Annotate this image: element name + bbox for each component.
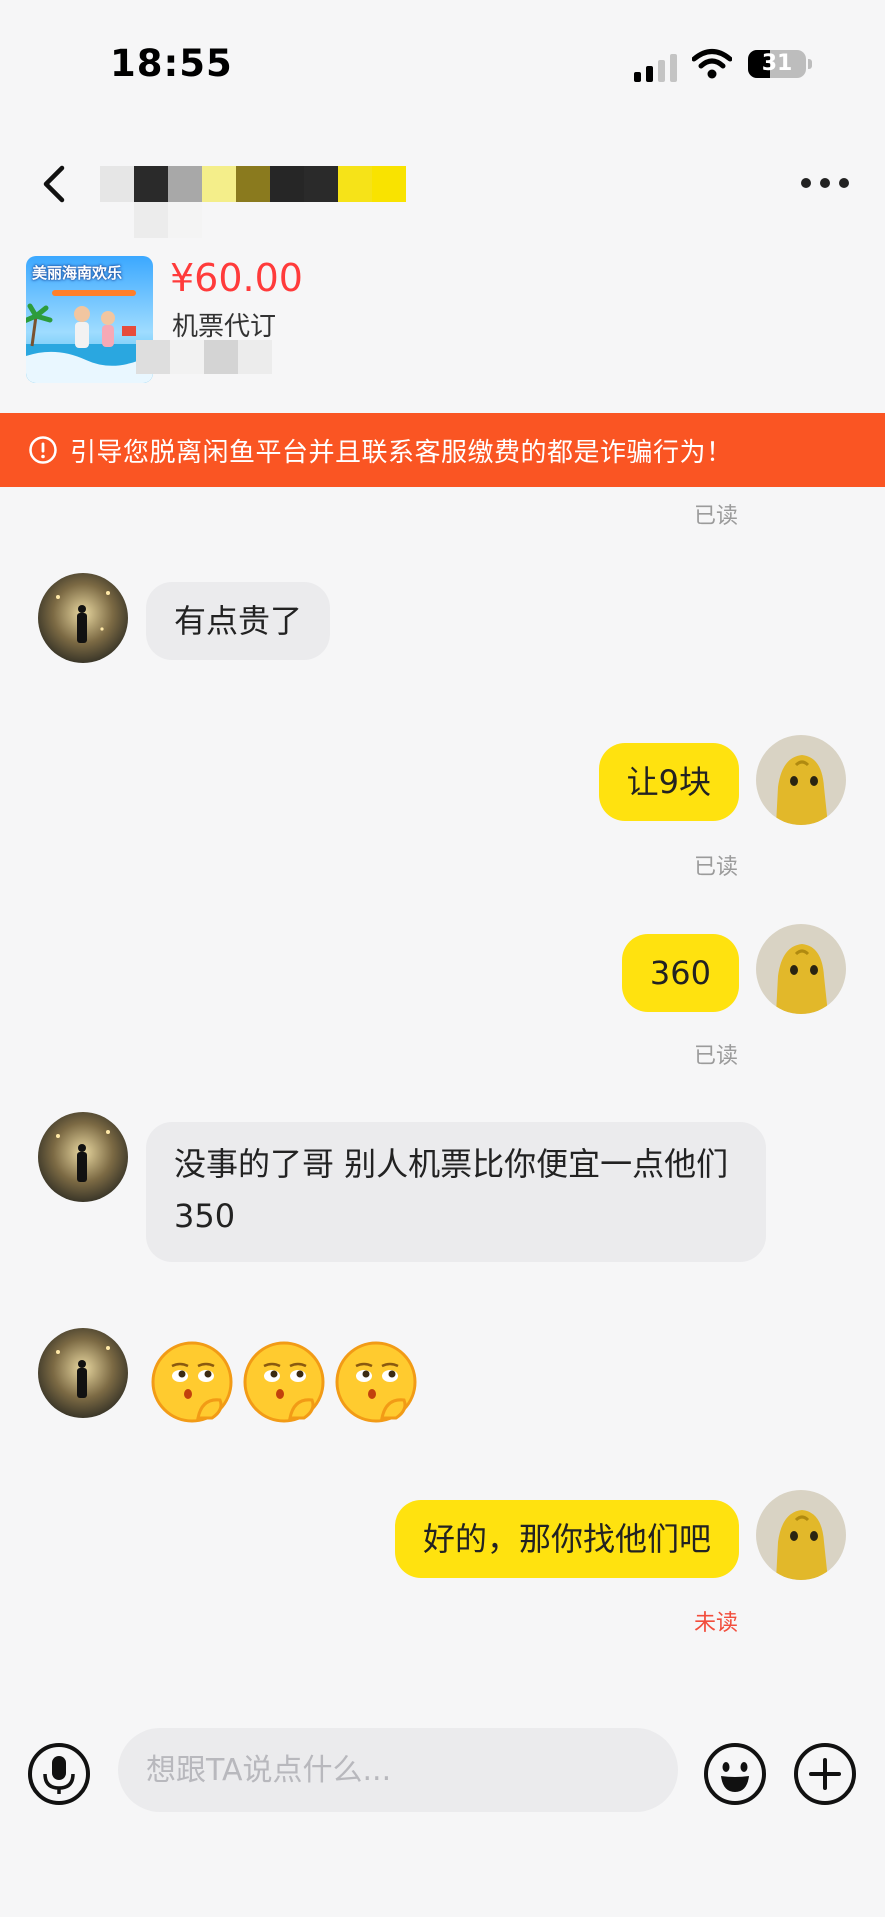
wifi-icon	[692, 49, 732, 79]
blur-block	[304, 166, 338, 202]
thinking-face-emoji-icon	[151, 1341, 233, 1423]
message-bubble-outgoing[interactable]: 好的，那你找他们吧	[394, 1500, 739, 1578]
message-input[interactable]	[118, 1728, 678, 1812]
fraud-warning-banner: 引导您脱离闲鱼平台并且联系客服缴费的都是诈骗行为！	[0, 413, 885, 487]
battery-icon: 31	[748, 50, 806, 78]
blur-block	[100, 166, 134, 202]
thinking-face-emoji-icon	[335, 1341, 417, 1423]
read-status: 已读	[694, 855, 739, 880]
product-meta-blurred	[136, 340, 272, 374]
product-thumb-title: 美丽海南欢乐	[32, 264, 123, 282]
warning-text: 引导您脱离闲鱼平台并且联系客服缴费的都是诈骗行为！	[70, 437, 733, 468]
battery-level: 31	[761, 51, 793, 76]
blur-block	[134, 166, 168, 202]
warning-circle-icon	[29, 436, 57, 464]
status-time: 18:55	[110, 42, 233, 85]
blur-block	[202, 166, 236, 202]
unread-status: 未读	[694, 1611, 739, 1636]
read-status: 已读	[694, 504, 739, 529]
add-more-plus-icon[interactable]	[793, 1742, 857, 1806]
message-bubble-outgoing[interactable]: 360	[621, 934, 739, 1012]
product-price: ¥60.00	[170, 256, 303, 300]
blur-block	[338, 166, 372, 202]
product-thumbnail[interactable]: 美丽海南欢乐	[26, 256, 153, 383]
blur-block	[168, 166, 202, 202]
cellular-signal-icon	[634, 54, 677, 82]
emoji-message[interactable]	[150, 1340, 418, 1424]
seller-avatar[interactable]	[38, 1328, 128, 1418]
voice-microphone-icon[interactable]	[27, 1742, 91, 1806]
more-options-icon[interactable]	[798, 170, 852, 196]
my-avatar[interactable]	[756, 735, 846, 825]
product-title: 机票代订	[172, 312, 277, 342]
message-bubble-outgoing[interactable]: 让9块	[598, 743, 739, 821]
my-avatar[interactable]	[756, 1490, 846, 1580]
blur-block	[236, 166, 270, 202]
emoji-picker-icon[interactable]	[703, 1742, 767, 1806]
blur-block	[372, 166, 406, 202]
back-chevron-icon[interactable]	[36, 160, 72, 208]
seller-avatar[interactable]	[38, 573, 128, 663]
read-status: 已读	[694, 1044, 739, 1069]
battery-tip	[808, 59, 812, 69]
blur-block	[270, 166, 304, 202]
seller-avatar[interactable]	[38, 1112, 128, 1202]
seller-name-blurred[interactable]	[100, 166, 406, 202]
seller-name-blurred-lower	[134, 202, 202, 238]
message-bubble-incoming[interactable]: 有点贵了	[146, 582, 331, 660]
my-avatar[interactable]	[756, 924, 846, 1014]
thinking-face-emoji-icon	[243, 1341, 325, 1423]
status-bar: 18:55 31	[0, 0, 885, 130]
message-bubble-incoming[interactable]: 没事的了哥 别人机票比你便宜一点他们350	[146, 1122, 766, 1262]
